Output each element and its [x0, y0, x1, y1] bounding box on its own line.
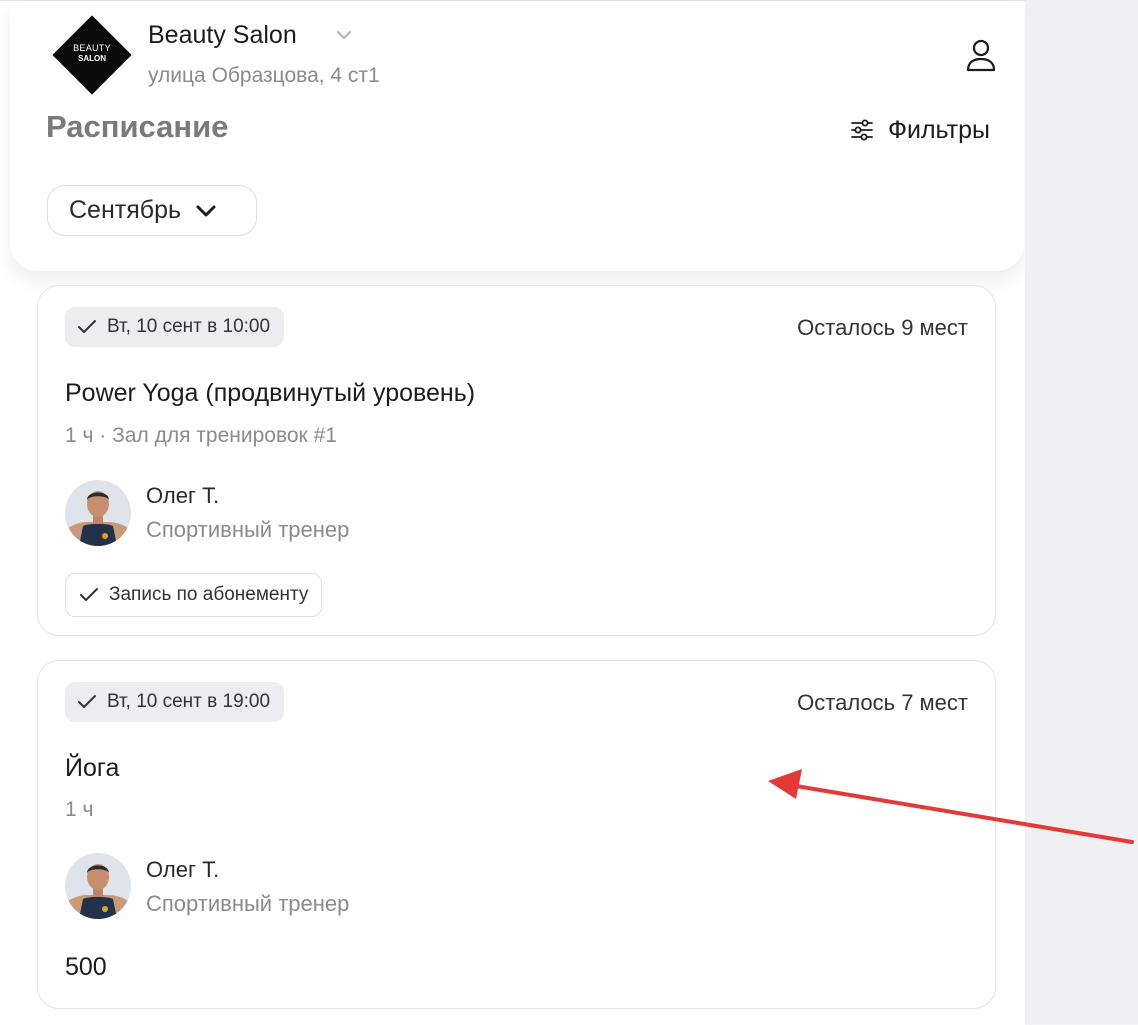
header-card: BEAUTY SALON Beauty Salon улица Образцов…	[10, 1, 1024, 271]
event-date: Вт, 10 сент в 19:00	[107, 691, 271, 712]
chevron-down-icon[interactable]	[336, 29, 352, 41]
avatar	[65, 853, 131, 919]
chevron-down-icon	[196, 205, 216, 216]
event-date-chip: Вт, 10 сент в 19:00	[65, 682, 285, 722]
event-title: Power Yoga (продвинутый уровень)	[65, 379, 476, 407]
annotation-arrow-icon	[768, 769, 1134, 844]
event-card[interactable]: Вт, 10 сент в 10:00 Осталось 9 мест Powe…	[37, 285, 996, 636]
month-select-value: Сентябрь	[69, 196, 181, 224]
logo-text-line2: SALON	[78, 54, 106, 63]
filters-button[interactable]: Фильтры	[850, 113, 990, 147]
avatar	[65, 480, 131, 546]
page-title: Расписание	[46, 109, 229, 144]
event-meta: 1 ч · Зал для тренировок #1	[65, 424, 337, 447]
check-icon	[80, 588, 98, 601]
logo-text-line1: BEAUTY	[73, 43, 111, 53]
trainer-role: Спортивный тренер	[146, 891, 350, 916]
event-date: Вт, 10 сент в 10:00	[107, 316, 271, 337]
user-icon[interactable]	[963, 37, 999, 73]
seats-left: Осталось 9 мест	[797, 315, 968, 340]
schedule-page: BEAUTY SALON Beauty Salon улица Образцов…	[0, 0, 1025, 1025]
filters-label: Фильтры	[888, 115, 990, 144]
trainer-name: Олег Т.	[146, 857, 220, 882]
salon-address: улица Образцова, 4 ст1	[148, 64, 380, 87]
event-date-chip: Вт, 10 сент в 10:00	[65, 307, 285, 347]
month-select[interactable]: Сентябрь	[47, 185, 257, 236]
salon-name[interactable]: Beauty Salon	[148, 21, 297, 50]
check-icon	[78, 320, 96, 333]
event-title: Йога	[65, 754, 120, 782]
seats-left: Осталось 7 мест	[797, 690, 968, 715]
event-price: 500	[65, 953, 107, 981]
event-meta: 1 ч	[65, 798, 94, 821]
salon-logo[interactable]: BEAUTY SALON	[52, 15, 132, 95]
right-background	[1025, 0, 1138, 1024]
trainer-role: Спортивный тренер	[146, 517, 350, 542]
sliders-icon	[851, 119, 873, 141]
subscription-badge: Запись по абонементу	[65, 573, 323, 617]
subscription-badge-label: Запись по абонементу	[109, 584, 309, 605]
check-icon	[78, 695, 96, 708]
trainer-name: Олег Т.	[146, 483, 220, 508]
